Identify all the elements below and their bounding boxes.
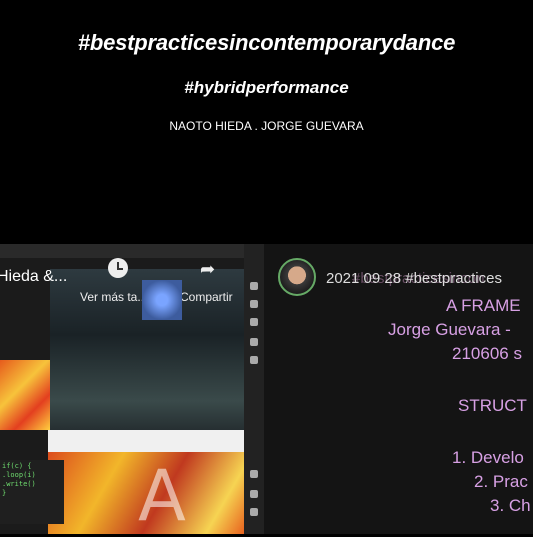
stained-glass-window xyxy=(142,280,182,320)
chat-line-date: 210606 s xyxy=(452,344,522,363)
toolbar-icon-4[interactable] xyxy=(250,338,258,346)
toolbar-icon-3[interactable] xyxy=(250,318,258,326)
share-arrow-icon[interactable]: ➦ xyxy=(200,259,215,280)
clock-icon[interactable] xyxy=(108,258,128,278)
toolbar-icon-1[interactable] xyxy=(250,282,258,290)
letter-a-watermark: A xyxy=(138,455,186,537)
avatar[interactable] xyxy=(278,258,316,296)
watch-later-label[interactable]: Ver más ta... xyxy=(80,290,147,304)
chat-line-item-3: 3. Ch xyxy=(490,496,531,515)
chat-line-frame: A FRAME xyxy=(446,296,521,315)
chat-line-item-2: 2. Prac xyxy=(474,472,528,491)
title-hashtag-main: #bestpracticesincontemporarydance xyxy=(77,30,456,55)
chat-line-item-1: 1. Develo xyxy=(452,448,524,467)
chat-line-authors: Jorge Guevara - xyxy=(388,320,511,339)
toolbar-icon-5[interactable] xyxy=(250,356,258,364)
toolbar-icon-8[interactable] xyxy=(250,508,258,516)
chat-date-line: 2021 09 28 #bestpractices xyxy=(326,270,502,287)
toolbar-icon-6[interactable] xyxy=(250,470,258,478)
title-hashtag-sub: #hybridperformance xyxy=(184,78,349,97)
heatmap-thumbnail-left xyxy=(0,360,50,430)
share-label[interactable]: Compartir xyxy=(180,290,233,304)
authors-line: NAOTO HIEDA . JORGE GUEVARA xyxy=(169,119,364,133)
browser-window-bar xyxy=(48,430,244,452)
toolbar-icon-7[interactable] xyxy=(250,490,258,498)
code-snippet: if(c) { .loop(i) .write()} xyxy=(0,460,64,524)
chat-line-structure: STRUCT xyxy=(458,396,527,415)
browser-topbar xyxy=(0,244,264,258)
video-title[interactable]: Hieda &... xyxy=(0,268,67,286)
toolbar-icon-2[interactable] xyxy=(250,300,258,308)
